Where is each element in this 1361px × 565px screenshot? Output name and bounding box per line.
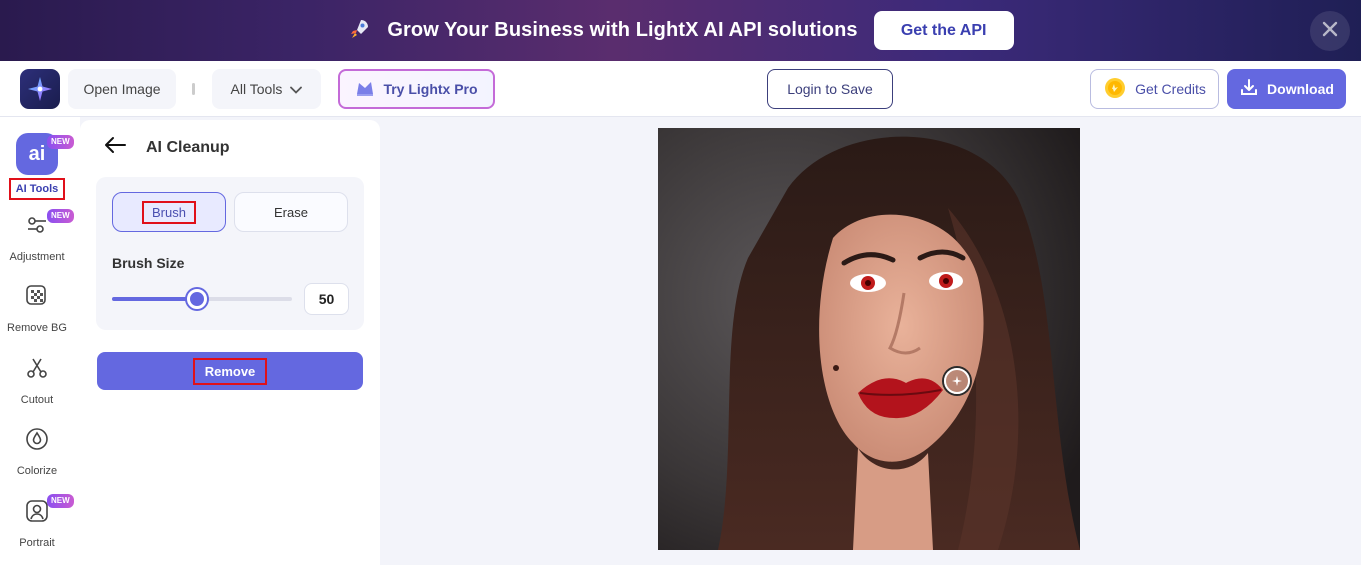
brush-size-slider-handle[interactable] xyxy=(186,289,207,309)
try-pro-button[interactable]: Try Lightx Pro xyxy=(338,69,495,109)
download-button[interactable]: Download xyxy=(1227,69,1346,109)
all-tools-label: All Tools xyxy=(230,81,283,97)
sidebar-item-label: Colorize xyxy=(16,465,58,477)
new-badge: NEW xyxy=(47,494,74,508)
tools-sidebar: ai NEW AI Tools NEW Adjustment Remove BG… xyxy=(0,117,80,565)
brush-size-value[interactable]: 50 xyxy=(304,283,349,315)
download-label: Download xyxy=(1267,81,1334,97)
close-icon xyxy=(1322,21,1338,42)
brush-settings: Brush Erase Brush Size 50 xyxy=(96,177,364,330)
sidebar-item-colorize[interactable]: Colorize xyxy=(0,419,74,477)
remove-button[interactable]: Remove xyxy=(97,352,363,390)
toolbar-divider xyxy=(192,83,195,95)
new-badge: NEW xyxy=(47,135,74,149)
download-icon xyxy=(1239,78,1259,101)
header-toolbar: Open Image All Tools Try Lightx Pro Logi… xyxy=(0,61,1361,117)
erase-mode-label: Erase xyxy=(274,204,308,220)
promo-banner: Grow Your Business with LightX AI API so… xyxy=(0,0,1361,61)
back-arrow-icon[interactable] xyxy=(104,136,126,159)
get-credits-button[interactable]: Get Credits xyxy=(1090,69,1219,109)
sidebar-item-label: Cutout xyxy=(20,394,54,406)
brush-size-label: Brush Size xyxy=(112,255,185,271)
panel-title: AI Cleanup xyxy=(146,138,230,156)
close-banner-button[interactable] xyxy=(1310,11,1350,51)
sidebar-item-cutout[interactable]: Cutout xyxy=(0,348,74,406)
sidebar-item-adjustment[interactable]: NEW Adjustment xyxy=(0,205,74,263)
remove-label: Remove xyxy=(192,357,268,385)
sidebar-item-remove-bg[interactable]: Remove BG xyxy=(0,276,74,334)
get-credits-label: Get Credits xyxy=(1135,81,1206,97)
editor-canvas[interactable] xyxy=(380,117,1361,565)
sidebar-item-label: Portrait xyxy=(19,537,55,549)
promo-content: Grow Your Business with LightX AI API so… xyxy=(347,11,1014,50)
scissors-icon xyxy=(17,348,57,388)
pro-crown-icon xyxy=(355,79,375,100)
coin-icon xyxy=(1103,76,1127,103)
brush-cursor xyxy=(944,368,970,394)
droplet-icon xyxy=(17,419,57,459)
sidebar-item-portrait[interactable]: NEW Portrait xyxy=(0,491,74,549)
brush-mode-label: Brush xyxy=(142,200,196,224)
erase-mode-button[interactable]: Erase xyxy=(234,192,348,232)
brush-mode-button[interactable]: Brush xyxy=(112,192,226,232)
try-pro-label: Try Lightx Pro xyxy=(383,81,478,97)
sidebar-item-label: Adjustment xyxy=(9,251,65,263)
lightx-logo[interactable] xyxy=(20,69,60,109)
rocket-icon xyxy=(347,17,371,45)
portrait-photo[interactable] xyxy=(658,128,1080,550)
brush-size-slider-fill xyxy=(112,297,197,301)
get-api-button[interactable]: Get the API xyxy=(873,11,1014,50)
login-to-save-button[interactable]: Login to Save xyxy=(767,69,893,109)
remove-bg-icon xyxy=(17,276,57,316)
chevron-down-icon xyxy=(290,81,303,97)
open-image-button[interactable]: Open Image xyxy=(68,69,176,109)
new-badge: NEW xyxy=(47,209,74,223)
panel-header: AI Cleanup xyxy=(104,136,230,159)
promo-text: Grow Your Business with LightX AI API so… xyxy=(387,19,858,41)
sidebar-item-label: Remove BG xyxy=(7,322,67,334)
sidebar-item-label: AI Tools xyxy=(8,178,66,200)
ai-cleanup-panel: AI Cleanup Brush Erase Brush Size 50 Rem… xyxy=(80,120,380,565)
all-tools-dropdown[interactable]: All Tools xyxy=(212,69,321,109)
brush-size-slider[interactable] xyxy=(112,289,292,309)
sidebar-item-ai-tools[interactable]: ai NEW AI Tools xyxy=(0,133,74,200)
